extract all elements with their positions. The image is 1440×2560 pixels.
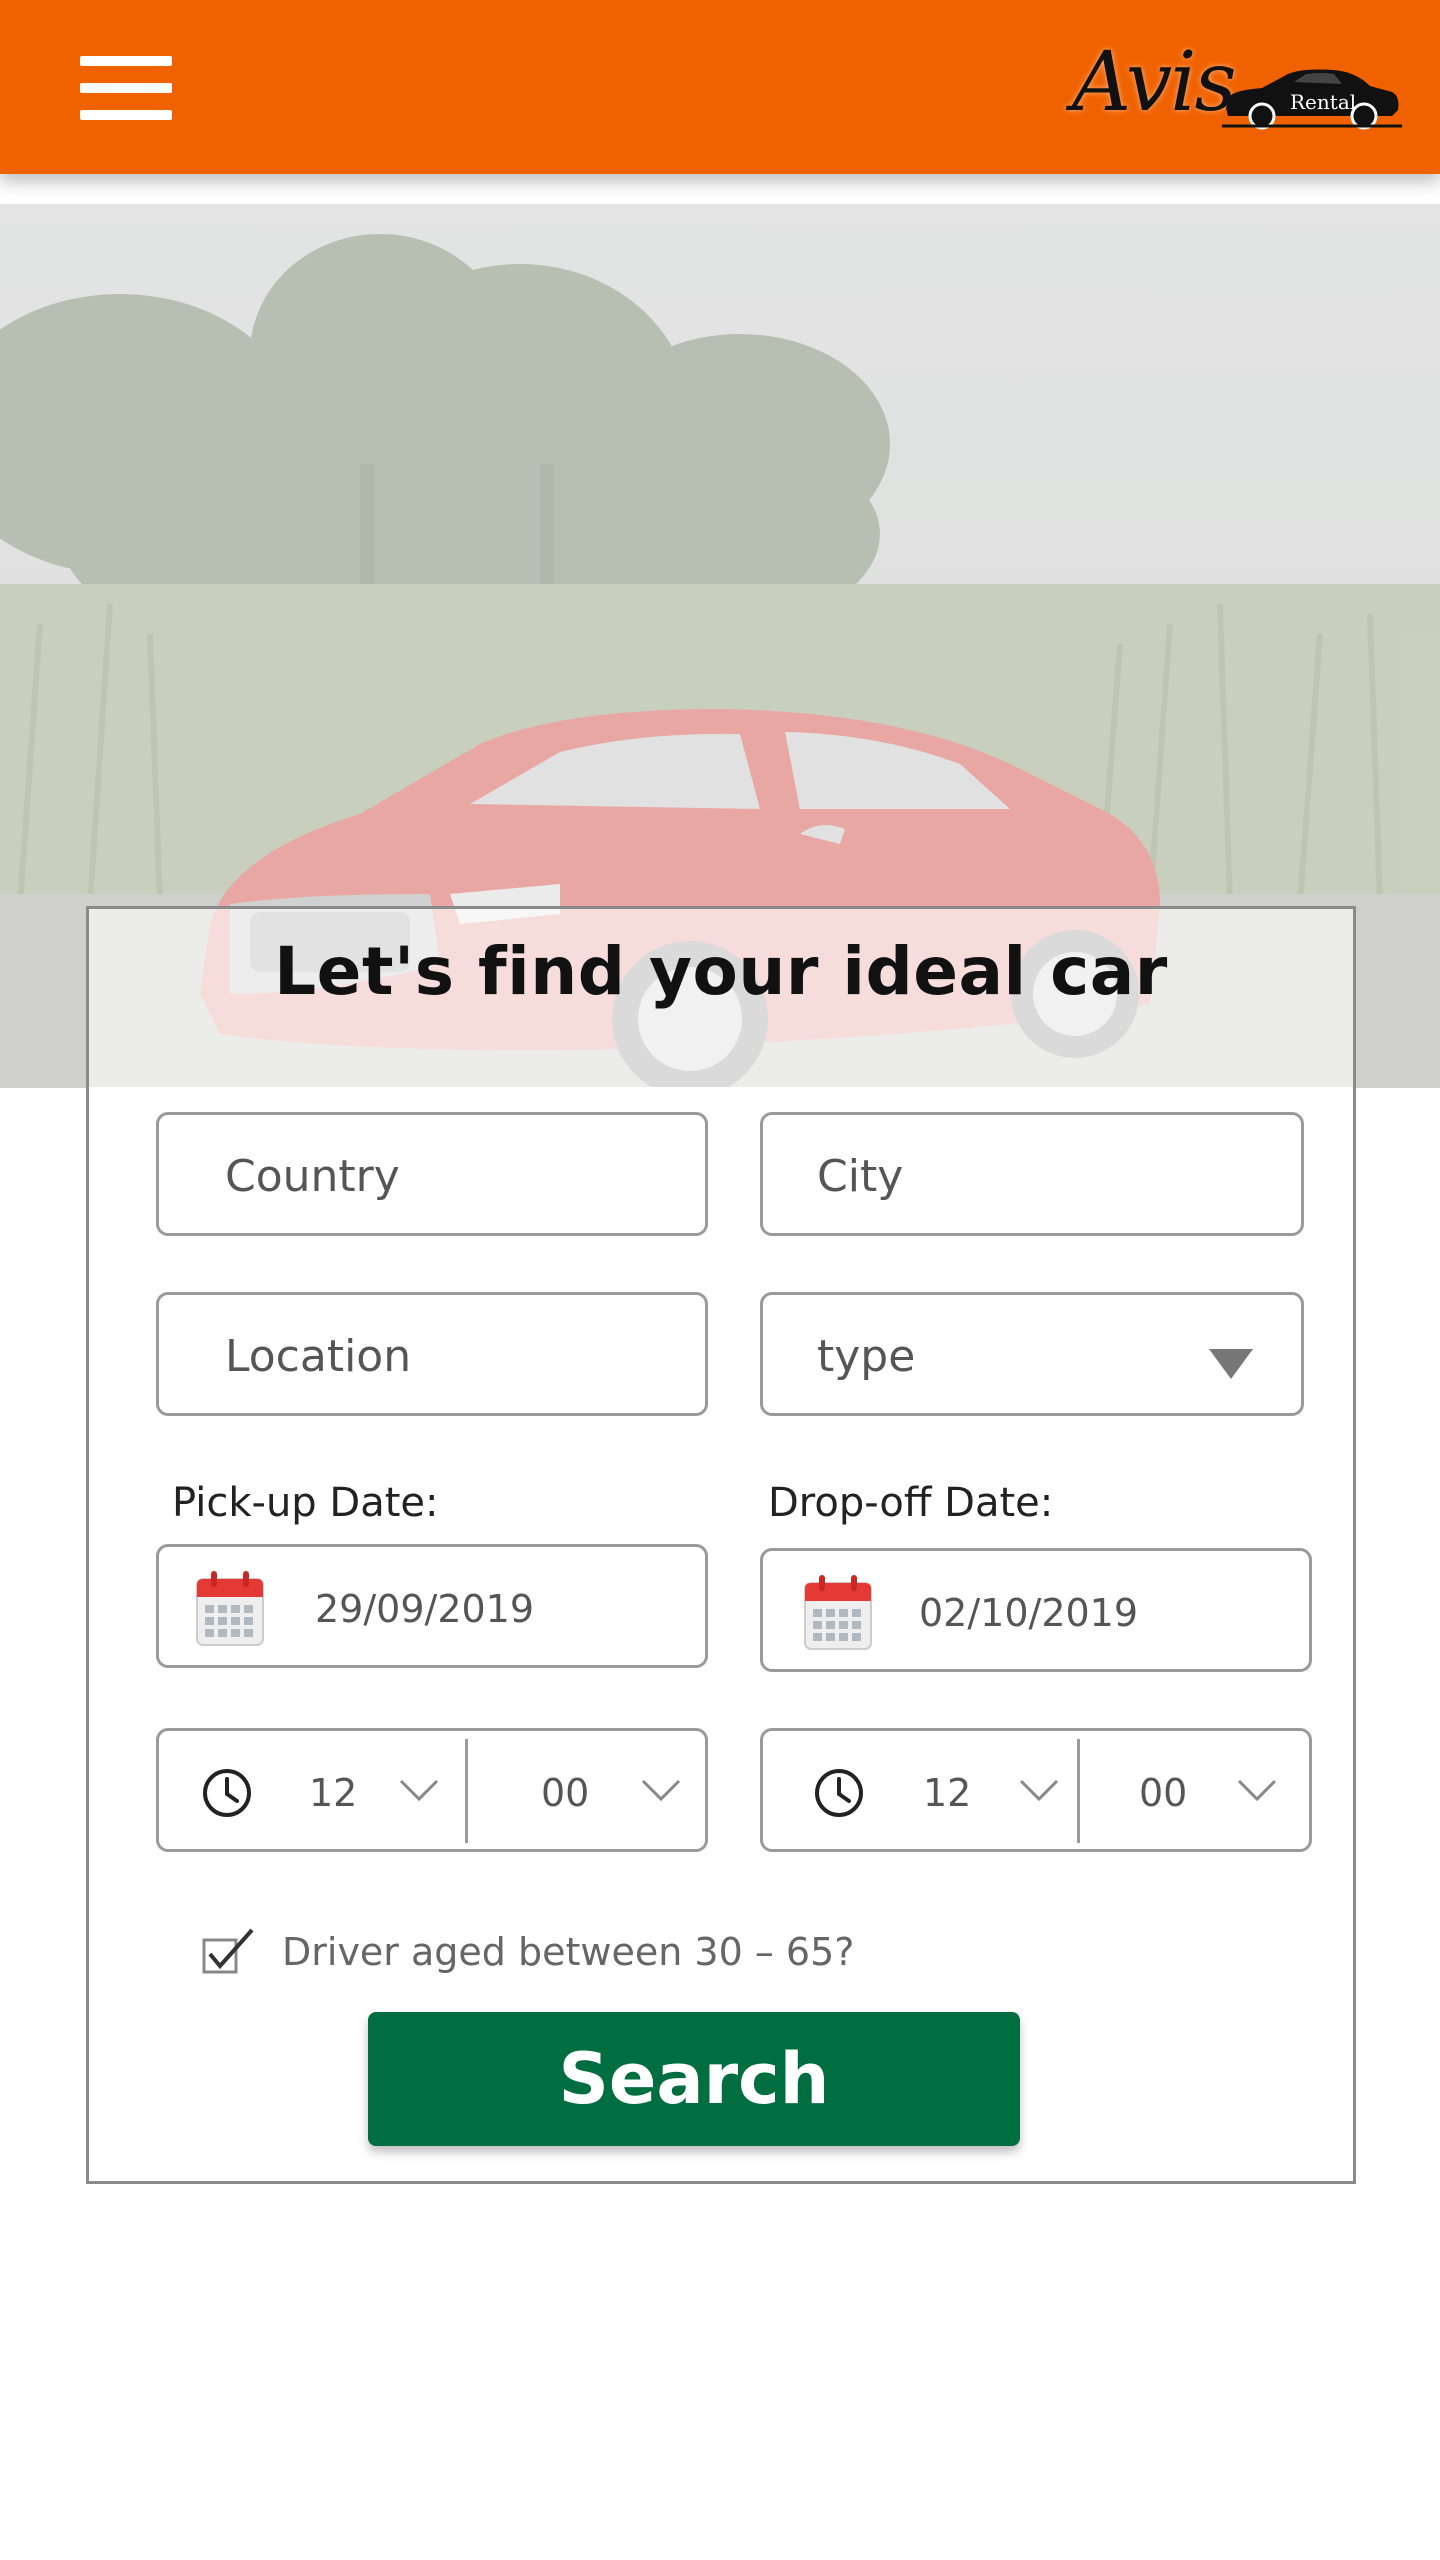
chevron-down-icon[interactable] <box>1237 1779 1277 1803</box>
clock-icon <box>203 1769 251 1817</box>
pickup-date-value: 29/09/2019 <box>315 1587 535 1631</box>
dropoff-date-label: Drop-off Date: <box>768 1480 1054 1526</box>
pickup-date-input[interactable]: 29/09/2019 <box>156 1544 708 1668</box>
avis-logo[interactable]: Avis Rental <box>1072 40 1402 140</box>
app-header: Avis Rental <box>0 0 1440 174</box>
checkbox-checked-icon[interactable] <box>200 1926 260 1976</box>
location-input[interactable]: Location <box>156 1292 708 1416</box>
city-placeholder: City <box>817 1151 904 1202</box>
driver-age-label: Driver aged between 30 – 65? <box>282 1930 855 1974</box>
form-title: Let's find your ideal car <box>274 933 1168 1010</box>
car-type-select[interactable]: type <box>760 1292 1304 1416</box>
dropoff-date-input[interactable]: 02/10/2019 <box>760 1548 1312 1672</box>
dropoff-date-value: 02/10/2019 <box>919 1591 1139 1635</box>
city-input[interactable]: City <box>760 1112 1304 1236</box>
country-placeholder: Country <box>225 1151 400 1202</box>
location-placeholder: Location <box>225 1331 412 1382</box>
type-placeholder: type <box>817 1331 916 1382</box>
clock-icon <box>815 1769 863 1817</box>
chevron-down-icon[interactable] <box>399 1779 439 1803</box>
chevron-down-icon[interactable] <box>1019 1779 1059 1803</box>
pickup-hour-value[interactable]: 12 <box>309 1771 357 1815</box>
pickup-date-label: Pick-up Date: <box>172 1480 439 1526</box>
search-button[interactable]: Search <box>368 2012 1020 2146</box>
dropoff-time-group: 12 00 <box>760 1728 1312 1852</box>
country-input[interactable]: Country <box>156 1112 708 1236</box>
hamburger-menu-icon[interactable] <box>80 56 172 120</box>
calendar-icon <box>804 1575 872 1650</box>
pickup-minute-value[interactable]: 00 <box>541 1771 589 1815</box>
pickup-time-group: 12 00 <box>156 1728 708 1852</box>
dropdown-triangle-icon <box>1209 1349 1253 1379</box>
logo-subtext: Rental <box>1290 90 1357 114</box>
dropoff-minute-value[interactable]: 00 <box>1139 1771 1187 1815</box>
calendar-icon <box>196 1571 264 1646</box>
chevron-down-icon[interactable] <box>641 1779 681 1803</box>
dropoff-hour-value[interactable]: 12 <box>923 1771 971 1815</box>
logo-text: Avis <box>1072 35 1237 130</box>
